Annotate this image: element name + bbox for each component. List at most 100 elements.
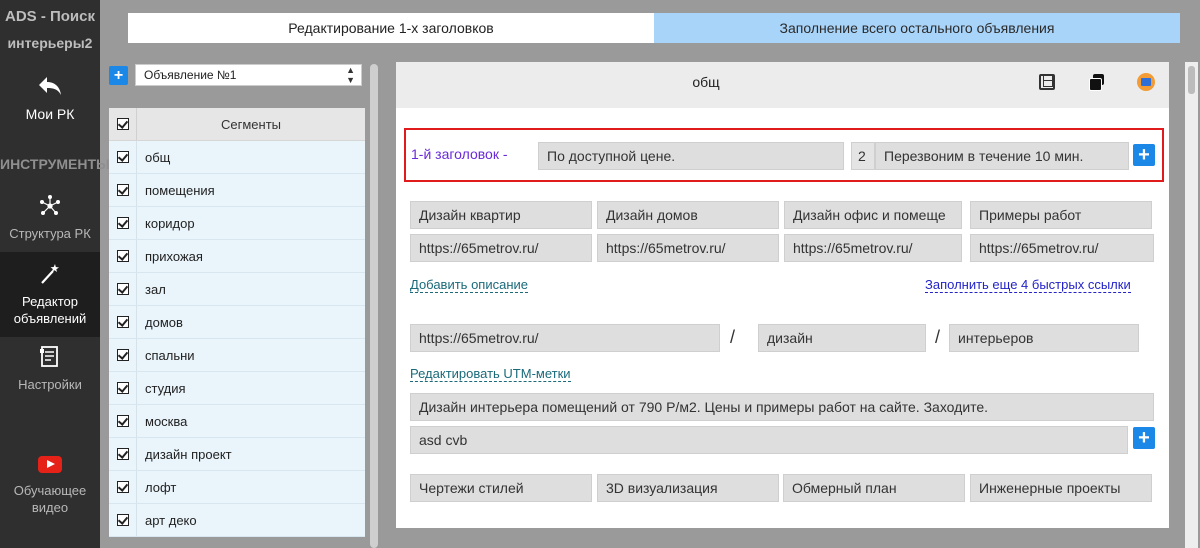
nav-ad-editor-label: Редактор объявлений xyxy=(13,294,87,326)
add-text-button[interactable]: + xyxy=(1133,427,1155,449)
copy-icon[interactable] xyxy=(1089,74,1105,91)
segment-checkbox[interactable] xyxy=(116,382,129,394)
segment-checkbox[interactable] xyxy=(116,415,129,427)
segment-row[interactable]: москва xyxy=(109,405,365,438)
scrollbar-thumb[interactable] xyxy=(1188,66,1195,94)
brand-subtitle: интерьеры2 xyxy=(7,35,93,51)
segment-row[interactable]: помещения xyxy=(109,174,365,207)
nav-tutorial-video[interactable]: Обучающее видео xyxy=(0,456,100,516)
segment-row[interactable]: студия xyxy=(109,372,365,405)
ad-selector-bar: + Объявление №1 ▲ ▼ xyxy=(109,64,362,86)
structure-icon xyxy=(40,195,60,215)
segments-table: Сегменты общ помещения коридор прихожая зал д… xyxy=(109,108,365,537)
edit-utm-link[interactable]: Редактировать UTM-метки xyxy=(410,367,571,382)
segment-row[interactable]: зал xyxy=(109,273,365,306)
export-icon[interactable] xyxy=(1137,73,1155,91)
segment-checkbox[interactable] xyxy=(116,514,129,526)
tab-fill-rest[interactable]: Заполнение всего остального объявления xyxy=(654,13,1180,43)
add-headline-button[interactable]: + xyxy=(1133,144,1155,166)
callout-2[interactable]: 3D визуализация xyxy=(597,474,779,502)
segment-row[interactable]: коридор xyxy=(109,207,365,240)
ad-text-field[interactable]: Дизайн интерьера помещений от 790 Р/м2. … xyxy=(410,393,1154,421)
display-url-path-2[interactable]: интерьеров xyxy=(949,324,1139,352)
headline-field-2[interactable]: Перезвоним в течение 10 мин. xyxy=(875,142,1129,170)
headline-label: 1-й заголовок - xyxy=(411,146,508,162)
headline-field-1[interactable]: По доступной цене. xyxy=(538,142,844,170)
segment-checkbox[interactable] xyxy=(116,481,129,493)
nav-video-label: Обучающее видео xyxy=(13,483,87,515)
sidebar: ADS - Поиск интерьеры2 Мои РК ИНСТРУМЕНТ… xyxy=(0,0,110,548)
sitelink-title-4[interactable]: Примеры работ xyxy=(970,201,1152,229)
segment-label: дизайн проект xyxy=(145,446,232,462)
segment-row[interactable]: домов xyxy=(109,306,365,339)
segment-row[interactable]: дизайн проект xyxy=(109,438,365,471)
editor-title: общ xyxy=(692,74,720,90)
mode-tabs: Редактирование 1-х заголовков Заполнение… xyxy=(128,13,1180,43)
callout-1[interactable]: Чертежи стилей xyxy=(410,474,592,502)
add-description-link[interactable]: Добавить описание xyxy=(410,278,528,293)
nav-settings[interactable]: Настройки xyxy=(0,339,100,399)
add-ad-button[interactable]: + xyxy=(109,65,128,85)
sitelink-url-3[interactable]: https://65metrov.ru/ xyxy=(784,234,962,262)
segment-row[interactable]: спальни xyxy=(109,339,365,372)
segment-label: домов xyxy=(145,314,183,330)
sitelink-title-1[interactable]: Дизайн квартир xyxy=(410,201,592,229)
url-separator-2: / xyxy=(935,327,941,347)
segment-checkbox[interactable] xyxy=(116,448,129,460)
segments-scrollbar[interactable] xyxy=(370,64,378,548)
segment-checkbox[interactable] xyxy=(116,283,129,295)
sitelink-title-3[interactable]: Дизайн офис и помеще xyxy=(784,201,962,229)
segment-label: студия xyxy=(145,380,186,396)
display-url-base[interactable]: https://65metrov.ru/ xyxy=(410,324,720,352)
settings-doc-icon xyxy=(40,346,58,367)
segment-label: арт деко xyxy=(145,512,197,528)
segment-row[interactable]: лофт xyxy=(109,471,365,504)
nav-back-label: Мои РК xyxy=(25,106,75,122)
callout-4[interactable]: Инженерные проекты xyxy=(970,474,1152,502)
segment-label: москва xyxy=(145,413,188,429)
segment-label: помещения xyxy=(145,182,215,198)
brand-title: ADS - Поиск xyxy=(4,8,95,25)
segment-checkbox[interactable] xyxy=(116,316,129,328)
save-icon[interactable] xyxy=(1039,74,1055,90)
display-url-path-1[interactable]: дизайн xyxy=(758,324,926,352)
tab-edit-headlines[interactable]: Редактирование 1-х заголовков xyxy=(128,13,654,43)
editor-header: общ xyxy=(396,62,1169,108)
segment-label: общ xyxy=(145,149,171,165)
nav-my-campaigns[interactable]: Мои РК xyxy=(0,75,100,122)
segment-label: коридор xyxy=(145,215,195,231)
segments-header-label: Сегменты xyxy=(220,116,281,132)
back-arrow-icon xyxy=(39,77,61,95)
segment-checkbox[interactable] xyxy=(116,217,129,229)
sitelink-url-1[interactable]: https://65metrov.ru/ xyxy=(410,234,592,262)
extra-text-field[interactable]: asd cvb xyxy=(410,426,1128,454)
segment-checkbox[interactable] xyxy=(116,184,129,196)
fill-more-sitelinks-link[interactable]: Заполнить еще 4 быстрых ссылки xyxy=(925,278,1131,293)
nav-structure[interactable]: Структура РК xyxy=(0,188,100,248)
segment-row[interactable]: общ xyxy=(109,141,365,174)
url-separator-1: / xyxy=(730,327,736,347)
segments-header: Сегменты xyxy=(109,108,365,141)
headline-count[interactable]: 2 xyxy=(851,142,875,170)
editor-scrollbar[interactable] xyxy=(1185,62,1198,548)
youtube-icon xyxy=(38,456,62,473)
segment-label: прихожая xyxy=(145,248,203,264)
sitelink-url-4[interactable]: https://65metrov.ru/ xyxy=(970,234,1154,262)
sitelink-title-2[interactable]: Дизайн домов xyxy=(597,201,779,229)
segment-row[interactable]: арт деко xyxy=(109,504,365,537)
brand: ADS - Поиск интерьеры2 xyxy=(0,0,100,51)
select-all-checkbox[interactable] xyxy=(116,118,129,130)
segment-checkbox[interactable] xyxy=(116,349,129,361)
segment-checkbox[interactable] xyxy=(116,151,129,163)
magic-wand-icon xyxy=(41,264,59,284)
segment-row[interactable]: прихожая xyxy=(109,240,365,273)
ad-select-value: Объявление №1 xyxy=(144,68,237,82)
nav-ad-editor[interactable]: Редактор объявлений xyxy=(0,252,100,337)
segment-label: лофт xyxy=(145,479,177,495)
headline-row: 1-й заголовок - По доступной цене. 2 Пер… xyxy=(404,128,1164,182)
callout-3[interactable]: Обмерный план xyxy=(783,474,965,502)
sitelink-url-2[interactable]: https://65metrov.ru/ xyxy=(597,234,779,262)
ad-select[interactable]: Объявление №1 ▲ ▼ xyxy=(135,64,362,86)
ad-editor-panel: общ 1-й заголовок - По доступной цене. 2… xyxy=(396,62,1169,528)
segment-checkbox[interactable] xyxy=(116,250,129,262)
